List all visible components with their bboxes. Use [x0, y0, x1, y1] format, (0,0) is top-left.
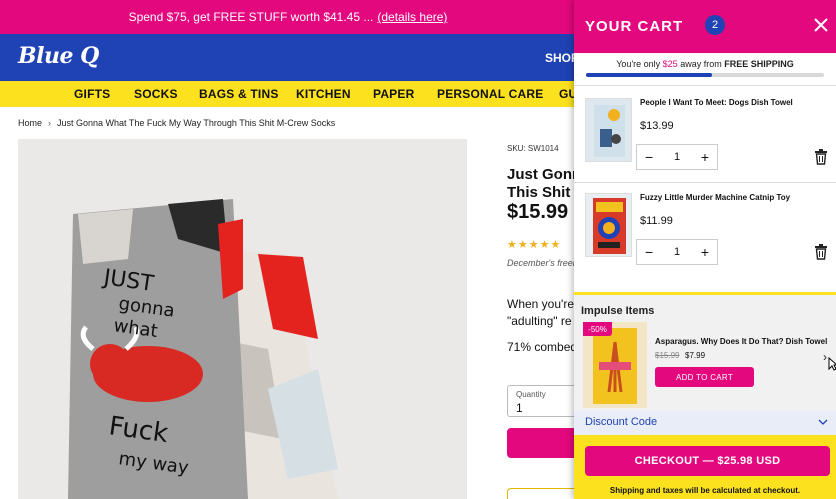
impulse-add-to-cart-button[interactable]: ADD TO CART	[655, 367, 754, 387]
impulse-old-price: $15.99	[655, 351, 680, 360]
divider	[574, 85, 836, 86]
impulse-title: Impulse Items	[581, 305, 655, 317]
cart-item-price: $13.99	[640, 120, 674, 132]
star-rating[interactable]: ★★★★★	[507, 238, 561, 251]
trash-icon[interactable]	[814, 149, 828, 165]
cart-item-price: $11.99	[640, 215, 673, 227]
chevron-down-icon	[818, 419, 828, 425]
product-description-line-1: When you're	[507, 297, 574, 311]
chevron-right-icon[interactable]: ›	[823, 350, 827, 364]
cart-item: People I Want To Meet: Dogs Dish Towel $…	[574, 92, 836, 186]
shipping-amount: $25	[662, 59, 678, 69]
checkout-note: Shipping and taxes will be calculated at…	[609, 486, 801, 495]
cart-item: Fuzzy Little Murder Machine Catnip Toy $…	[574, 187, 836, 281]
checkout-button[interactable]: CHECKOUT — $25.98 USD	[585, 446, 830, 476]
mouse-cursor-icon	[828, 357, 836, 371]
discount-code-label: Discount Code	[585, 416, 658, 428]
nav-item-gifts[interactable]: GIFTS	[74, 87, 110, 101]
minus-icon[interactable]: −	[645, 245, 653, 259]
cart-drawer: YOUR CART 2 You're only $25 away from FR…	[574, 0, 836, 499]
discount-badge: -50%	[583, 322, 612, 336]
product-image[interactable]: JUST gonna what Fuck my way	[18, 139, 467, 499]
shipping-prefix: You're only	[616, 59, 663, 69]
product-material: 71% combed	[507, 340, 578, 354]
free-shipping-message: You're only $25 away from FREE SHIPPING	[574, 59, 836, 69]
nav-item-kitchen[interactable]: KITCHEN	[296, 87, 351, 101]
cart-item-thumbnail[interactable]	[585, 98, 632, 162]
quantity-stepper: − 1 +	[636, 239, 718, 265]
plus-icon[interactable]: +	[701, 150, 709, 164]
shipping-progress-bar	[586, 73, 824, 77]
nav-item-personal-care[interactable]: PERSONAL CARE	[437, 87, 543, 101]
cart-item-thumbnail[interactable]	[585, 193, 632, 257]
breadcrumb: Home › Just Gonna What The Fuck My Way T…	[18, 118, 335, 128]
shipping-free-label: FREE SHIPPING	[724, 59, 794, 69]
trash-icon[interactable]	[814, 244, 828, 260]
cart-item-qty[interactable]: 1	[674, 246, 680, 258]
quantity-stepper: − 1 +	[636, 144, 718, 170]
cart-item-qty[interactable]: 1	[674, 151, 680, 163]
minus-icon[interactable]: −	[645, 150, 653, 164]
nav-item-bags-tins[interactable]: BAGS & TINS	[199, 87, 279, 101]
nav-item-socks[interactable]: SOCKS	[134, 87, 178, 101]
close-icon[interactable]	[812, 16, 830, 34]
cart-header: YOUR CART 2	[574, 0, 836, 53]
shipping-progress-fill	[586, 73, 713, 77]
impulse-item-name[interactable]: Asparagus. Why Does It Do That? Dish Tow…	[655, 337, 827, 346]
cart-count-badge: 2	[705, 15, 725, 35]
product-price: $15.99	[507, 201, 569, 223]
details-link[interactable]: (details here)	[377, 10, 447, 24]
impulse-new-price: $7.99	[685, 351, 706, 360]
plus-icon[interactable]: +	[701, 245, 709, 259]
product-description-line-2: "adulting" re	[507, 314, 572, 328]
product-sku: SKU: SW1014	[507, 144, 559, 153]
nav-item-paper[interactable]: PAPER	[373, 87, 414, 101]
quantity-label: Quantity	[516, 390, 546, 399]
cart-item-name[interactable]: People I Want To Meet: Dogs Dish Towel	[640, 98, 793, 107]
breadcrumb-current: Just Gonna What The Fuck My Way Through …	[57, 118, 336, 128]
blue-q-logo[interactable]: Blue Q	[18, 43, 99, 69]
quantity-value[interactable]: 1	[516, 401, 523, 415]
shipping-middle: away from	[677, 59, 725, 69]
breadcrumb-home[interactable]: Home	[18, 118, 42, 128]
checkout-area: CHECKOUT — $25.98 USD Shipping and taxes…	[574, 435, 836, 499]
discount-code-toggle[interactable]: Discount Code	[574, 411, 836, 435]
impulse-items-section: Impulse Items -50% Asparagus. Why Does I…	[574, 292, 836, 411]
announcement-text: Spend $75, get FREE STUFF worth $41.45 .…	[128, 10, 374, 24]
divider	[574, 182, 836, 183]
freebie-note: December's freeb	[507, 258, 578, 268]
cart-item-name[interactable]: Fuzzy Little Murder Machine Catnip Toy	[640, 193, 790, 202]
cart-title: YOUR CART	[585, 18, 684, 35]
chevron-right-icon: ›	[48, 118, 52, 128]
